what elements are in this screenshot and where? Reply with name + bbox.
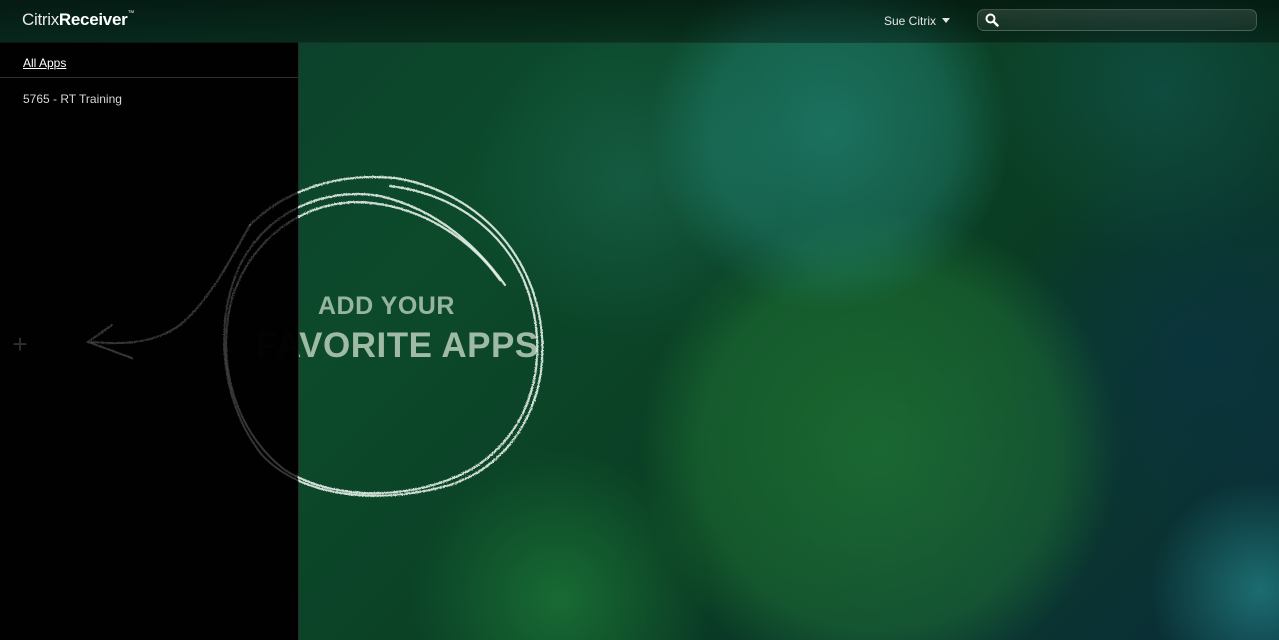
sidebar-item-rt-training[interactable]: 5765 - RT Training [23, 92, 122, 106]
all-apps-link[interactable]: All Apps [23, 56, 66, 70]
search-box[interactable] [977, 9, 1257, 31]
logo-receiver-text: Receiver [58, 10, 128, 29]
sidebar: All Apps 5765 - RT Training [0, 42, 299, 640]
logo-citrix-text: Citrix [22, 10, 59, 29]
sidebar-divider [0, 77, 298, 78]
app-window: CitrixReceiver™ Sue Citrix FAVORITE APPS… [0, 0, 1279, 640]
search-icon [985, 13, 999, 27]
top-bar: CitrixReceiver™ Sue Citrix [0, 0, 1279, 43]
citrix-receiver-logo: CitrixReceiver™ [22, 10, 134, 30]
search-input[interactable] [1004, 12, 1254, 30]
caret-down-icon [942, 18, 951, 23]
user-menu[interactable]: Sue Citrix [884, 14, 951, 28]
logo-trademark: ™ [127, 10, 135, 17]
user-name: Sue Citrix [884, 14, 937, 28]
hero-title-line1: ADD YOUR [318, 292, 455, 320]
plus-icon[interactable]: + [0, 318, 40, 370]
